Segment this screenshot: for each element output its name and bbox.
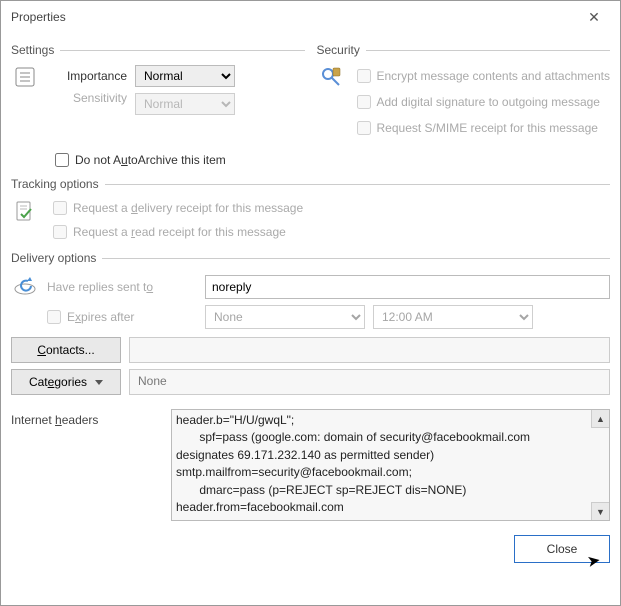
internet-headers-text: header.b="H/U/gwqL"; spf=pass (google.co… [176, 412, 589, 518]
categories-button[interactable]: Categories [11, 369, 121, 395]
categories-field: None [129, 369, 610, 395]
delivery-legend: Delivery options [11, 251, 102, 265]
contacts-button[interactable]: Contacts... [11, 337, 121, 363]
sensitivity-label: Sensitivity [47, 91, 127, 105]
close-button[interactable]: Close [514, 535, 610, 563]
scroll-down-button[interactable]: ▼ [591, 502, 609, 520]
encrypt-checkbox: Encrypt message contents and attachments [357, 69, 610, 83]
receipt-icon [11, 197, 39, 225]
close-icon[interactable]: ✕ [574, 9, 614, 26]
autoarchive-checkbox[interactable]: Do not AutoArchive this item [55, 153, 226, 167]
tracking-legend: Tracking options [11, 177, 105, 191]
chevron-down-icon [95, 380, 103, 385]
smime-receipt-checkbox: Request S/MIME receipt for this message [357, 121, 610, 135]
sign-checkbox: Add digital signature to outgoing messag… [357, 95, 610, 109]
internet-headers-label: Internet headers [11, 409, 161, 521]
security-legend: Security [317, 43, 366, 57]
window-title: Properties [11, 10, 66, 24]
have-replies-input[interactable] [205, 275, 610, 299]
properties-dialog: Properties ✕ Settings [0, 0, 621, 606]
lock-icon [317, 63, 345, 91]
settings-group: Settings Importance Sensitivity [11, 43, 305, 139]
settings-legend: Settings [11, 43, 60, 57]
sensitivity-select: Normal [135, 93, 235, 115]
read-receipt-checkbox: Request a read receipt for this message [53, 225, 303, 239]
expires-date-select: None [205, 305, 365, 329]
contacts-field[interactable] [129, 337, 610, 363]
importance-select[interactable]: Normal [135, 65, 235, 87]
properties-icon [11, 63, 39, 91]
expires-after-checkbox: Expires after [47, 310, 197, 324]
scroll-up-button[interactable]: ▲ [591, 410, 609, 428]
importance-label: Importance [47, 69, 127, 83]
tracking-group: Tracking options Request a delivery rece… [11, 177, 610, 243]
delivery-receipt-checkbox: Request a delivery receipt for this mess… [53, 201, 303, 215]
have-replies-label: Have replies sent to [47, 280, 197, 294]
expires-time-select: 12:00 AM [373, 305, 533, 329]
delivery-group: Delivery options Have replies sent to Ex… [11, 251, 610, 329]
security-group: Security Encrypt message contents and at… [317, 43, 611, 139]
titlebar: Properties ✕ [1, 1, 620, 33]
internet-headers-textarea[interactable]: header.b="H/U/gwqL"; spf=pass (google.co… [171, 409, 610, 521]
reply-arrow-icon [11, 271, 39, 299]
